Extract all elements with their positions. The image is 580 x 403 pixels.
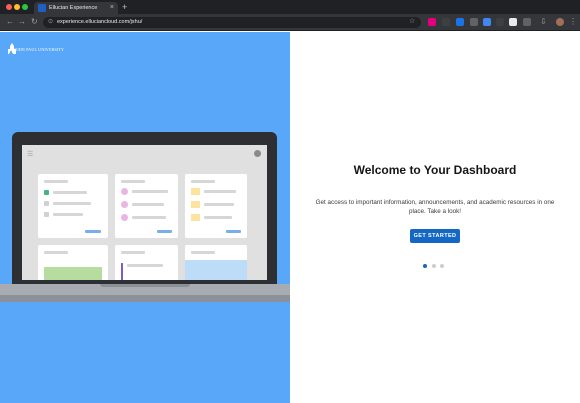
browser-menu-icon[interactable]: ⋮ bbox=[569, 17, 577, 27]
welcome-title: Welcome to Your Dashboard bbox=[353, 163, 517, 177]
pager-dot[interactable] bbox=[440, 264, 444, 268]
extension-icon[interactable] bbox=[456, 18, 464, 26]
pager-dot[interactable] bbox=[432, 264, 436, 268]
profile-avatar[interactable] bbox=[556, 18, 564, 26]
download-icon[interactable]: ⇩ bbox=[540, 17, 547, 27]
pager-dot-active[interactable] bbox=[423, 264, 427, 268]
illustration-panel: JOHN PAUL UNIVERSITY ☰ bbox=[0, 32, 290, 403]
user-avatar-icon bbox=[254, 150, 261, 157]
illustration-card bbox=[115, 245, 178, 280]
extension-icon[interactable] bbox=[509, 18, 517, 26]
hamburger-menu-icon: ☰ bbox=[27, 151, 34, 158]
tab-close-icon[interactable]: × bbox=[110, 3, 114, 12]
bookmark-star-icon[interactable]: ☆ bbox=[409, 17, 415, 27]
laptop-illustration: ☰ bbox=[12, 132, 277, 284]
get-started-button[interactable]: GET STARTED bbox=[410, 229, 460, 243]
illustration-card bbox=[38, 174, 108, 238]
welcome-description: Get access to important information, ann… bbox=[315, 199, 555, 215]
browser-tab[interactable]: Ellucian Experience × bbox=[34, 2, 118, 14]
ellucian-favicon-icon bbox=[38, 4, 46, 12]
extension-icon[interactable] bbox=[442, 18, 450, 26]
site-info-icon[interactable]: ⊙ bbox=[48, 19, 53, 26]
reload-button[interactable]: ↻ bbox=[31, 17, 38, 27]
new-tab-button[interactable]: + bbox=[122, 2, 127, 12]
back-button[interactable]: ← bbox=[6, 17, 14, 27]
extension-icon[interactable] bbox=[428, 18, 436, 26]
browser-toolbar: ← → ↻ ⊙ experience.elluciancloud.com/jsh… bbox=[0, 14, 580, 31]
illustration-card bbox=[185, 245, 247, 280]
url-text[interactable]: experience.elluciancloud.com/jshu/ bbox=[57, 19, 142, 26]
forward-button[interactable]: → bbox=[18, 17, 26, 27]
address-bar[interactable]: ⊙ experience.elluciancloud.com/jshu/ bbox=[43, 17, 421, 28]
illustration-card bbox=[38, 245, 108, 280]
laptop-base bbox=[0, 284, 290, 295]
laptop-foot bbox=[0, 295, 290, 302]
illustration-card bbox=[115, 174, 178, 238]
extension-icon[interactable] bbox=[496, 18, 504, 26]
browser-tab-bar: Ellucian Experience × + bbox=[0, 0, 580, 14]
illustration-card bbox=[185, 174, 247, 238]
window-minimize-button[interactable] bbox=[14, 4, 20, 10]
extension-icon[interactable] bbox=[470, 18, 478, 26]
extensions-puzzle-icon[interactable] bbox=[523, 18, 531, 26]
university-logo: JOHN PAUL UNIVERSITY bbox=[7, 41, 64, 55]
window-zoom-button[interactable] bbox=[22, 4, 28, 10]
logo-text: JOHN PAUL UNIVERSITY bbox=[14, 47, 65, 52]
extension-icon[interactable] bbox=[483, 18, 491, 26]
window-close-button[interactable] bbox=[6, 4, 12, 10]
tab-title: Ellucian Experience bbox=[49, 5, 98, 11]
welcome-panel: Welcome to Your Dashboard Get access to … bbox=[290, 32, 580, 403]
laptop-screen: ☰ bbox=[22, 145, 267, 280]
